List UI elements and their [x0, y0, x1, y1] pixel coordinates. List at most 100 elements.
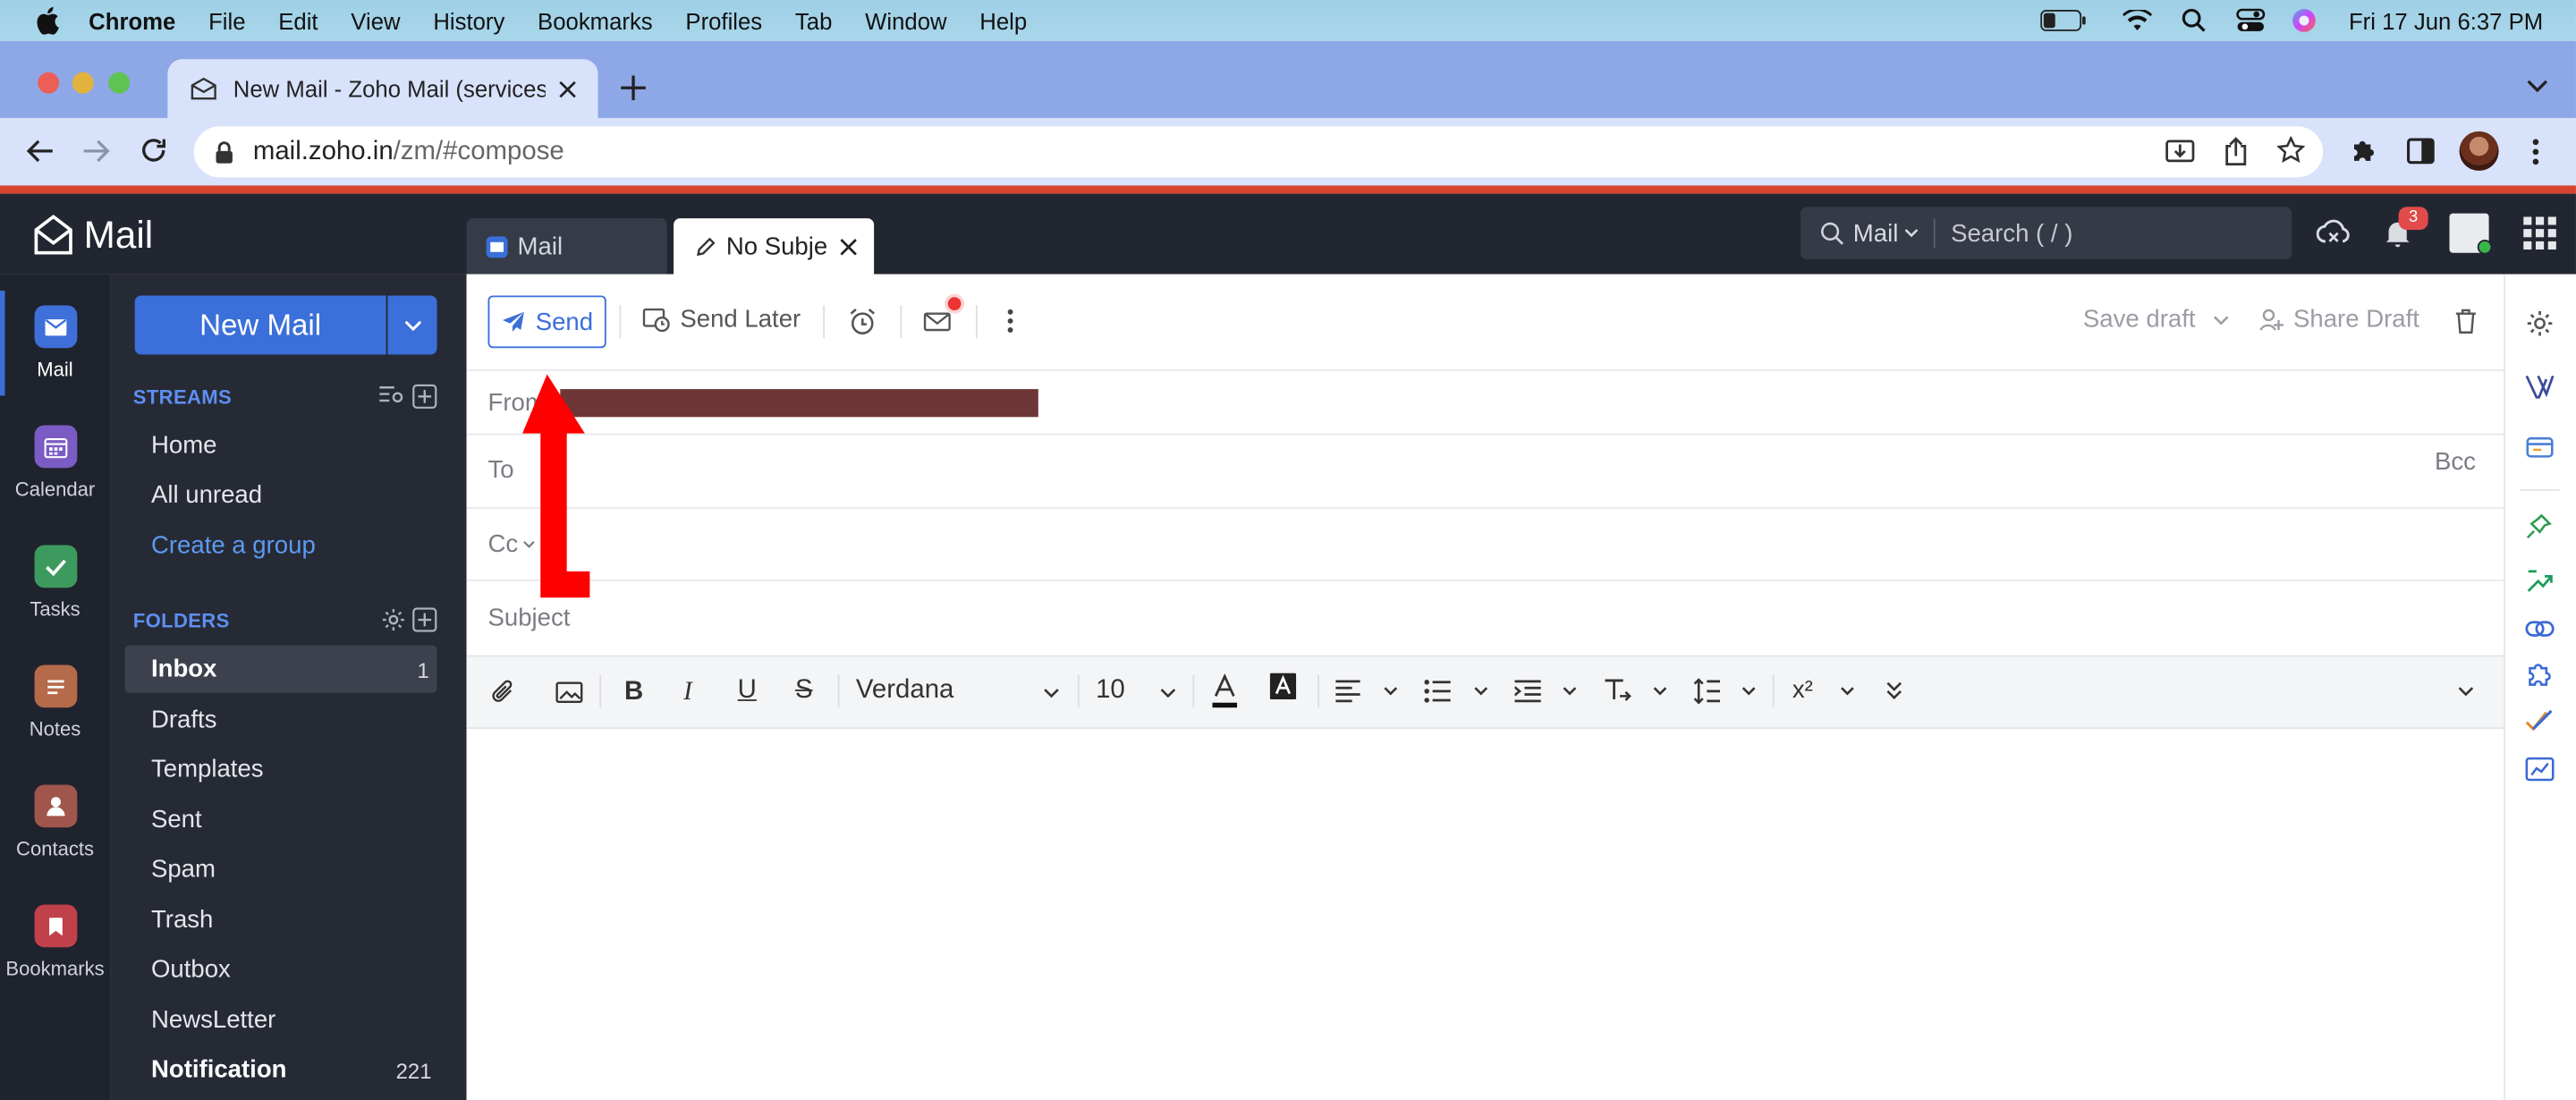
- extensions-puzzle-icon[interactable]: [2349, 136, 2378, 165]
- share-icon[interactable]: [2224, 136, 2248, 165]
- integration-link-icon[interactable]: [2525, 617, 2555, 640]
- wifi-icon[interactable]: [2122, 10, 2152, 31]
- strikethrough-icon[interactable]: S: [795, 676, 813, 706]
- reload-icon[interactable]: [140, 136, 167, 164]
- streams-settings-icon[interactable]: [379, 385, 404, 406]
- bookmark-star-icon[interactable]: [2276, 136, 2305, 164]
- settings-gear-icon[interactable]: [2525, 309, 2555, 338]
- menu-tab[interactable]: Tab: [795, 7, 832, 33]
- forward-arrow-icon[interactable]: [82, 138, 112, 164]
- nav-contacts[interactable]: Contacts: [0, 784, 110, 860]
- menu-bookmarks[interactable]: Bookmarks: [538, 7, 653, 33]
- line-spacing-icon[interactable]: [1693, 678, 1721, 705]
- attach-paperclip-icon[interactable]: [491, 678, 516, 706]
- nav-bookmarks[interactable]: Bookmarks: [0, 904, 110, 980]
- font-family-select[interactable]: Verdana: [856, 676, 1063, 706]
- background-color-icon[interactable]: [1269, 673, 1297, 700]
- discard-trash-icon[interactable]: [2454, 307, 2478, 334]
- subject-label[interactable]: Subject: [487, 605, 570, 632]
- collapse-toolbar-chevron-icon[interactable]: [2458, 686, 2474, 697]
- integration-puzzle-icon[interactable]: [2525, 660, 2555, 690]
- app-tab-mail[interactable]: Mail: [466, 218, 667, 275]
- menu-help[interactable]: Help: [979, 7, 1027, 33]
- more-options-kebab-icon[interactable]: [1007, 309, 1013, 334]
- integration-pin-icon[interactable]: [2525, 512, 2553, 540]
- folder-templates[interactable]: Templates: [151, 755, 264, 783]
- folders-settings-gear-icon[interactable]: [381, 607, 406, 632]
- underline-icon[interactable]: U: [738, 676, 757, 706]
- chrome-menu-kebab-icon[interactable]: [2531, 138, 2539, 165]
- compose-tab-close-icon[interactable]: [840, 237, 858, 255]
- zoho-vault-icon[interactable]: [2525, 373, 2555, 401]
- bold-icon[interactable]: B: [624, 678, 643, 707]
- nav-notes[interactable]: Notes: [0, 664, 110, 740]
- app-tab-compose[interactable]: No Subjec: [674, 218, 875, 275]
- folder-spam[interactable]: Spam: [151, 855, 216, 883]
- lock-icon[interactable]: [216, 140, 233, 164]
- menu-history[interactable]: History: [433, 7, 504, 33]
- menu-file[interactable]: File: [208, 7, 245, 33]
- folder-drafts[interactable]: Drafts: [151, 706, 216, 733]
- folder-notification[interactable]: Notification: [151, 1055, 287, 1083]
- integration-checklist-icon[interactable]: [2525, 707, 2555, 735]
- cc-label[interactable]: Cc: [487, 530, 518, 558]
- stream-home[interactable]: Home: [151, 432, 216, 460]
- italic-icon[interactable]: I: [683, 678, 692, 707]
- siri-icon[interactable]: [2292, 8, 2317, 33]
- search-scope-chevron-icon[interactable]: [1903, 228, 1919, 238]
- folder-outbox[interactable]: Outbox: [151, 955, 231, 983]
- tab-close-icon[interactable]: [558, 80, 576, 97]
- font-size-select[interactable]: 10: [1096, 676, 1178, 706]
- send-button[interactable]: Send: [487, 295, 606, 349]
- folder-sent[interactable]: Sent: [151, 806, 202, 833]
- tab-search-chevron-icon[interactable]: [2527, 79, 2548, 94]
- bcc-toggle[interactable]: Bcc: [2435, 448, 2476, 476]
- search-scope-label[interactable]: Mail: [1853, 219, 1899, 247]
- install-app-icon[interactable]: [2165, 138, 2195, 165]
- from-address-redacted[interactable]: [560, 389, 1038, 418]
- offline-cloud-icon[interactable]: [2316, 216, 2351, 246]
- integration-zoho-crm-icon[interactable]: [2525, 566, 2553, 596]
- window-zoom-button[interactable]: [108, 72, 131, 94]
- read-receipt-icon[interactable]: [923, 309, 953, 334]
- back-arrow-icon[interactable]: [25, 138, 55, 164]
- add-folder-icon[interactable]: [412, 607, 437, 632]
- nav-tasks[interactable]: Tasks: [0, 545, 110, 621]
- folder-newsletter[interactable]: NewsLetter: [151, 1006, 275, 1034]
- spotlight-search-icon[interactable]: [2182, 8, 2207, 33]
- menu-app-name[interactable]: Chrome: [89, 7, 175, 33]
- window-close-button[interactable]: [38, 72, 60, 94]
- folder-trash[interactable]: Trash: [151, 906, 213, 934]
- menu-profiles[interactable]: Profiles: [685, 7, 762, 33]
- add-stream-icon[interactable]: [412, 384, 437, 410]
- insert-image-icon[interactable]: [555, 680, 583, 705]
- align-chevron-icon[interactable]: [1384, 686, 1399, 696]
- new-mail-options-button[interactable]: [387, 295, 437, 355]
- stream-all-unread[interactable]: All unread: [151, 481, 262, 509]
- bullet-list-icon[interactable]: [1424, 680, 1451, 703]
- menu-window[interactable]: Window: [865, 7, 946, 33]
- more-formatting-double-chevron-icon[interactable]: [1886, 681, 1902, 700]
- text-direction-icon[interactable]: [1604, 678, 1631, 704]
- superscript-chevron-icon[interactable]: [1840, 686, 1855, 696]
- nav-calendar[interactable]: Calendar: [0, 425, 110, 501]
- menubar-clock[interactable]: Fri 17 Jun 6:37 PM: [2349, 7, 2543, 33]
- reminder-alarm-icon[interactable]: [848, 307, 877, 336]
- folders-section-title[interactable]: FOLDERS: [133, 609, 230, 632]
- side-panel-icon[interactable]: [2407, 138, 2435, 165]
- align-left-icon[interactable]: [1335, 680, 1360, 703]
- to-input[interactable]: [542, 444, 2415, 496]
- message-body-editor[interactable]: [467, 731, 2504, 1100]
- battery-icon[interactable]: [2039, 10, 2086, 31]
- menu-view[interactable]: View: [351, 7, 400, 33]
- menu-edit[interactable]: Edit: [278, 7, 318, 33]
- send-later-button[interactable]: Send Later: [642, 305, 801, 334]
- address-bar[interactable]: mail.zoho.in/zm/#compose: [193, 126, 2324, 178]
- browser-tab-active[interactable]: New Mail - Zoho Mail (services: [167, 59, 598, 119]
- nav-mail[interactable]: Mail: [0, 305, 110, 381]
- zoho-workdrive-icon[interactable]: [2525, 434, 2555, 461]
- window-minimize-button[interactable]: [72, 72, 94, 94]
- text-color-icon[interactable]: [1211, 673, 1239, 709]
- new-tab-icon[interactable]: [619, 74, 647, 102]
- list-chevron-icon[interactable]: [1474, 686, 1489, 696]
